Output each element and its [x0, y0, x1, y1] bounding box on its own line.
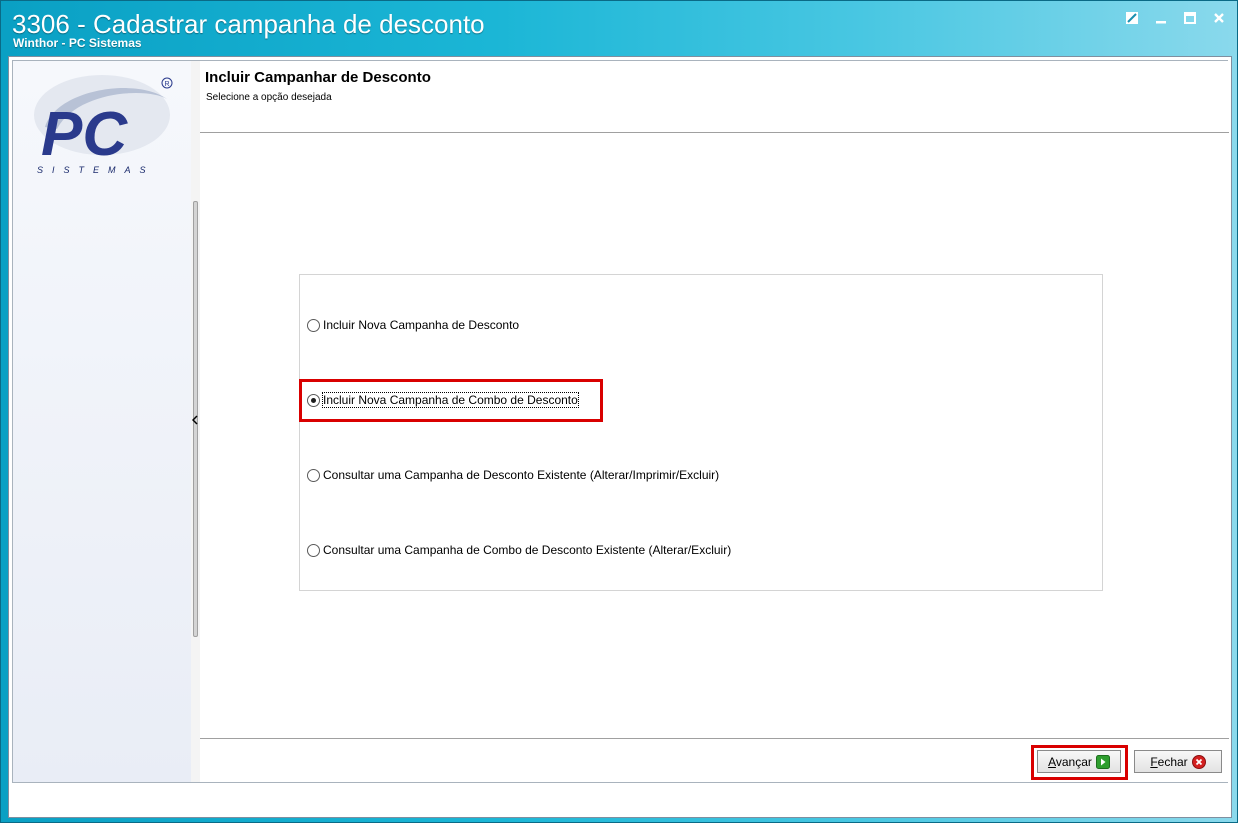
arrow-right-icon [1095, 754, 1110, 769]
option-label: Consultar uma Campanha de Desconto Exist… [323, 468, 720, 482]
avancar-button[interactable]: Avançar [1037, 750, 1121, 773]
options-group: Incluir Nova Campanha de Desconto Inclui… [299, 274, 1103, 591]
radio-button[interactable] [307, 543, 320, 557]
maximize-icon[interactable] [1182, 10, 1198, 26]
option-consultar-campanha[interactable]: Consultar uma Campanha de Desconto Exist… [307, 465, 719, 485]
minimize-icon[interactable] [1153, 10, 1169, 26]
option-incluir-campanha[interactable]: Incluir Nova Campanha de Desconto [307, 315, 519, 335]
page-subtitle: Selecione a opção desejada [206, 92, 332, 103]
wizard-content: Incluir Campanhar de Desconto Selecione … [200, 61, 1229, 782]
close-circle-icon [1191, 754, 1206, 769]
option-label: Incluir Nova Campanha de Combo de Descon… [322, 392, 579, 408]
panel-splitter[interactable] [191, 61, 200, 782]
title-bar[interactable]: 3306 - Cadastrar campanha de desconto Wi… [1, 1, 1237, 51]
option-incluir-combo[interactable]: Incluir Nova Campanha de Combo de Descon… [307, 390, 579, 410]
footer-divider [200, 738, 1229, 739]
radio-button-selected[interactable] [307, 393, 320, 407]
option-consultar-combo[interactable]: Consultar uma Campanha de Combo de Desco… [307, 540, 731, 560]
page-title: Incluir Campanhar de Desconto [205, 69, 431, 86]
restore-icon[interactable] [1124, 10, 1140, 26]
window-subtitle: Winthor - PC Sistemas [13, 36, 142, 50]
close-icon[interactable] [1211, 10, 1227, 26]
sidebar-panel: PC SISTEMAS R [13, 61, 191, 782]
svg-text:PC: PC [41, 100, 128, 169]
wizard-header: Incluir Campanhar de Desconto Selecione … [200, 61, 1229, 133]
fechar-button[interactable]: Fechar [1134, 750, 1222, 773]
button-label: echar [1157, 754, 1188, 769]
client-area: PC SISTEMAS R Incluir Campanhar de Desco… [8, 56, 1232, 818]
radio-button[interactable] [307, 468, 320, 482]
accelerator-key: F [1150, 754, 1158, 769]
radio-button[interactable] [307, 318, 320, 332]
app-window: 3306 - Cadastrar campanha de desconto Wi… [0, 0, 1238, 823]
option-label: Incluir Nova Campanha de Desconto [323, 318, 520, 332]
window-controls [1124, 10, 1227, 26]
collapse-arrow-icon[interactable] [191, 415, 198, 427]
wizard-frame: PC SISTEMAS R Incluir Campanhar de Desco… [12, 60, 1229, 783]
button-label: vançar [1055, 754, 1092, 769]
option-label: Consultar uma Campanha de Combo de Desco… [323, 543, 732, 557]
svg-text:R: R [165, 81, 170, 88]
logo-subtext: SISTEMAS [37, 165, 155, 175]
pc-sistemas-logo: PC SISTEMAS R [27, 69, 177, 175]
accelerator-key: A [1048, 754, 1056, 769]
